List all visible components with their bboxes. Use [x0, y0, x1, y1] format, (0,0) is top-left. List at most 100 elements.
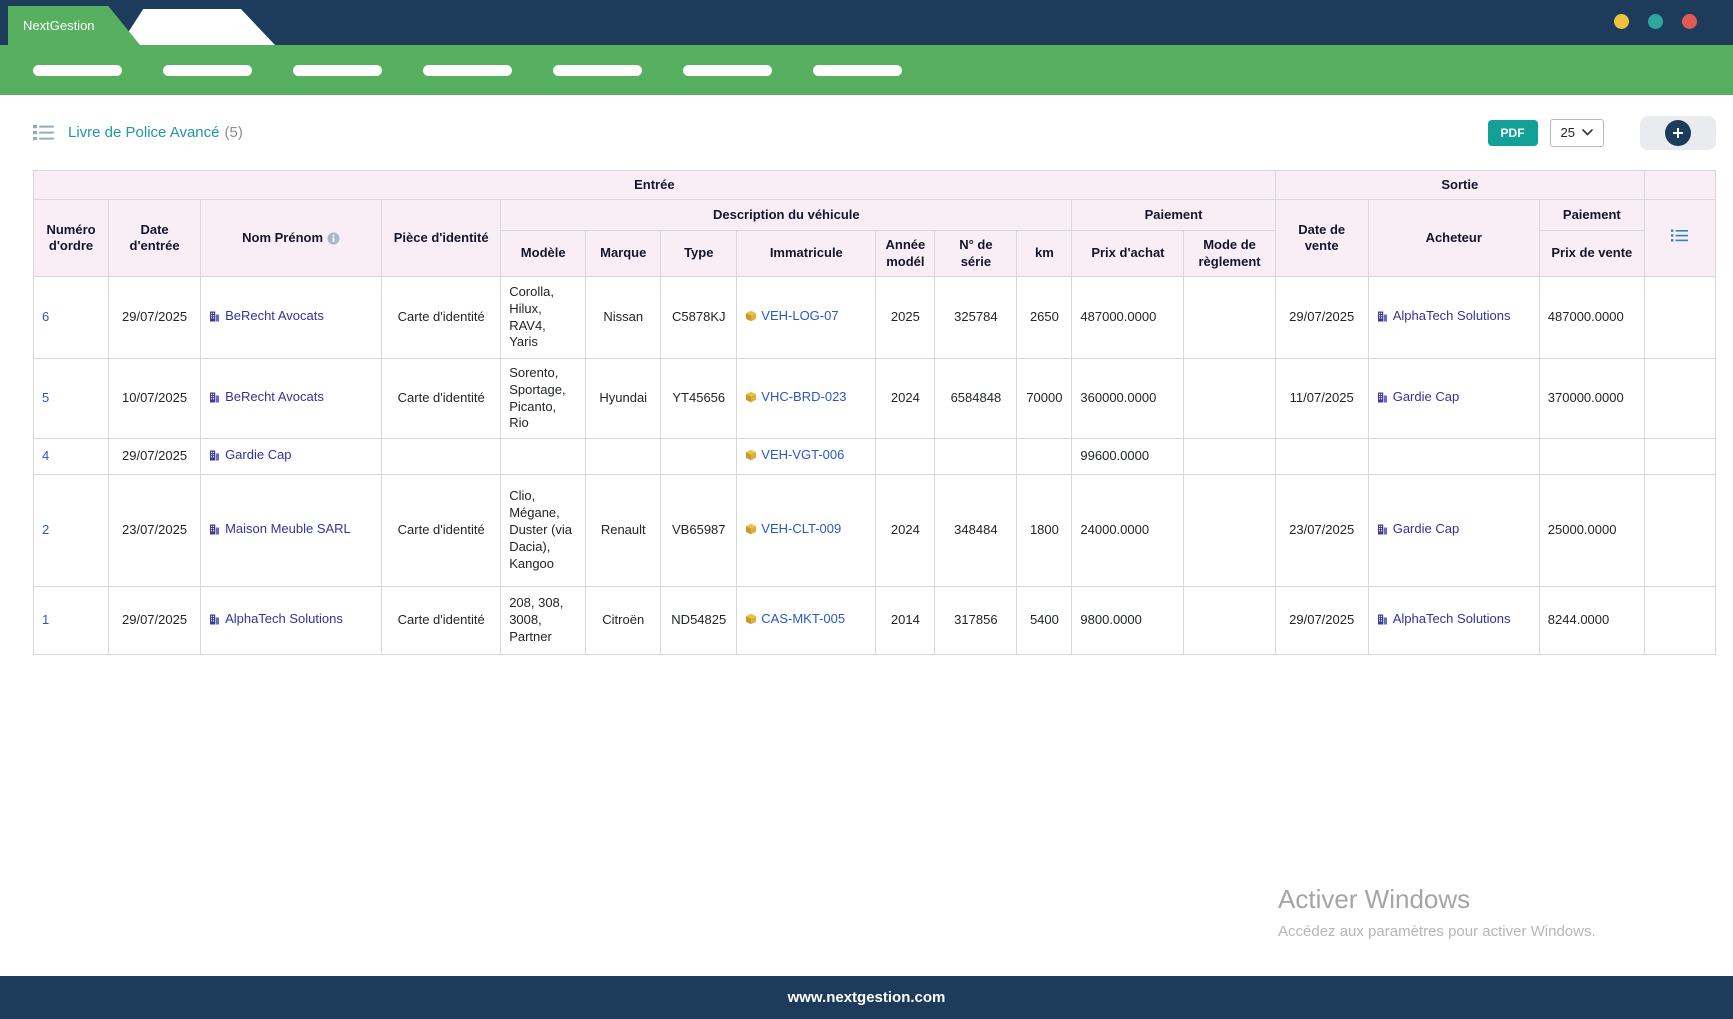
building-icon	[1377, 524, 1388, 535]
cell-model-year	[876, 439, 935, 475]
order-number-link[interactable]: 2	[42, 522, 49, 537]
buyer-link[interactable]: AlphaTech Solutions	[1377, 308, 1511, 325]
building-icon	[1377, 311, 1388, 322]
brand-label: NextGestion	[23, 18, 95, 33]
cell-actions	[1644, 587, 1715, 655]
nav-pill[interactable]	[813, 65, 902, 76]
cell-entry-date: 29/07/2025	[109, 439, 201, 475]
client-link[interactable]: Gardie Cap	[209, 447, 291, 464]
client-link[interactable]: BeRecht Avocats	[209, 308, 324, 325]
buyer-link[interactable]: Gardie Cap	[1377, 389, 1459, 406]
client-link[interactable]: AlphaTech Solutions	[209, 611, 343, 628]
cell-actions	[1644, 277, 1715, 359]
list-icon	[33, 124, 54, 141]
col-header-acheteur: Acheteur	[1368, 200, 1539, 277]
cell-km: 2650	[1017, 277, 1072, 359]
order-number-link[interactable]: 6	[42, 309, 49, 324]
brand-tab[interactable]: NextGestion	[8, 6, 140, 45]
cell-entry-date: 23/07/2025	[109, 475, 201, 587]
nav-pill[interactable]	[33, 65, 122, 76]
building-icon	[209, 392, 220, 403]
col-header-date-vente: Date de vente	[1275, 200, 1368, 277]
col-header-marque: Marque	[586, 231, 661, 277]
toolbar-actions: PDF 25	[1488, 116, 1716, 150]
nav-pill[interactable]	[553, 65, 642, 76]
table-row: 6 29/07/2025 BeRecht Avocats Carte d'ide…	[34, 277, 1716, 359]
vehicle-link[interactable]: CAS-MKT-005	[745, 611, 845, 628]
cell-purchase-price: 99600.0000	[1072, 439, 1184, 475]
add-record-button[interactable]	[1665, 120, 1691, 146]
vehicle-link[interactable]: VEH-LOG-07	[745, 308, 838, 325]
group-header-entree: Entrée	[34, 171, 1276, 200]
cell-buyer: Gardie Cap	[1368, 475, 1539, 587]
client-link[interactable]: Maison Meuble SARL	[209, 521, 351, 538]
cell-km: 5400	[1017, 587, 1072, 655]
cell-model-year: 2025	[876, 277, 935, 359]
vehicle-link[interactable]: VEH-VGT-006	[745, 447, 844, 464]
col-header-mode-reglement: Mode de règlement	[1184, 231, 1275, 277]
cell-id-document: Carte d'identité	[382, 475, 501, 587]
window-close-dot[interactable]	[1682, 14, 1697, 29]
nav-pill[interactable]	[423, 65, 512, 76]
window-controls	[1614, 14, 1697, 29]
cell-sale-price: 487000.0000	[1539, 277, 1644, 359]
cell-order-number: 2	[34, 475, 109, 587]
cell-purchase-price: 360000.0000	[1072, 359, 1184, 439]
cell-payment-mode	[1184, 277, 1275, 359]
cell-model-year: 2024	[876, 475, 935, 587]
package-icon	[745, 613, 757, 625]
cell-registration: CAS-MKT-005	[737, 587, 876, 655]
col-header-prix-vente: Prix de vente	[1539, 231, 1644, 277]
window-minimize-dot[interactable]	[1614, 14, 1629, 29]
cell-model: 208, 308, 3008, Partner	[501, 587, 586, 655]
nav-pill[interactable]	[683, 65, 772, 76]
vehicle-link[interactable]: VEH-CLT-009	[745, 521, 841, 538]
buyer-link[interactable]: AlphaTech Solutions	[1377, 611, 1511, 628]
cell-sale-date: 29/07/2025	[1275, 277, 1368, 359]
cell-brand: Renault	[586, 475, 661, 587]
buyer-link[interactable]: Gardie Cap	[1377, 521, 1459, 538]
cell-serial-number: 325784	[935, 277, 1017, 359]
col-header-serie: N° de série	[935, 231, 1017, 277]
nav-pill[interactable]	[163, 65, 252, 76]
order-number-link[interactable]: 5	[42, 390, 49, 405]
package-icon	[745, 391, 757, 403]
cell-sale-price: 8244.0000	[1539, 587, 1644, 655]
cell-model: Clio, Mégane, Duster (via Dacia), Kangoo	[501, 475, 586, 587]
col-header-columns-menu[interactable]	[1644, 200, 1715, 277]
cell-order-number: 4	[34, 439, 109, 475]
nav-pill[interactable]	[293, 65, 382, 76]
client-link[interactable]: BeRecht Avocats	[209, 389, 324, 406]
col-header-numero: Numéro d'ordre	[34, 200, 109, 277]
col-header-description: Description du véhicule	[501, 200, 1072, 231]
cell-serial-number: 317856	[935, 587, 1017, 655]
window-maximize-dot[interactable]	[1648, 14, 1663, 29]
table-row: 1 29/07/2025 AlphaTech Solutions Carte d…	[34, 587, 1716, 655]
pdf-export-button[interactable]: PDF	[1488, 120, 1538, 146]
vehicle-link[interactable]: VHC-BRD-023	[745, 389, 846, 406]
cell-actions	[1644, 475, 1715, 587]
cell-sale-date	[1275, 439, 1368, 475]
col-header-immatricule: Immatricule	[737, 231, 876, 277]
table-row: 4 29/07/2025 Gardie Cap VEH-VGT-006 9960…	[34, 439, 1716, 475]
page-size-select[interactable]: 25	[1550, 119, 1604, 147]
cell-registration: VEH-LOG-07	[737, 277, 876, 359]
cell-type: VB65987	[661, 475, 737, 587]
col-header-date-entree: Date d'entrée	[109, 200, 201, 277]
cell-km: 1800	[1017, 475, 1072, 587]
empty-tab[interactable]	[120, 9, 275, 45]
order-number-link[interactable]: 1	[42, 612, 49, 627]
page-size-value: 25	[1561, 125, 1575, 140]
building-icon	[1377, 614, 1388, 625]
cell-model: Corolla, Hilux, RAV4, Yaris	[501, 277, 586, 359]
building-icon	[1377, 392, 1388, 403]
building-icon	[209, 450, 220, 461]
cell-payment-mode	[1184, 587, 1275, 655]
add-button-container	[1640, 116, 1716, 150]
cell-sale-price: 25000.0000	[1539, 475, 1644, 587]
info-icon[interactable]	[327, 232, 340, 245]
cell-model	[501, 439, 586, 475]
cell-id-document	[382, 439, 501, 475]
cell-sale-date: 29/07/2025	[1275, 587, 1368, 655]
order-number-link[interactable]: 4	[42, 448, 49, 463]
